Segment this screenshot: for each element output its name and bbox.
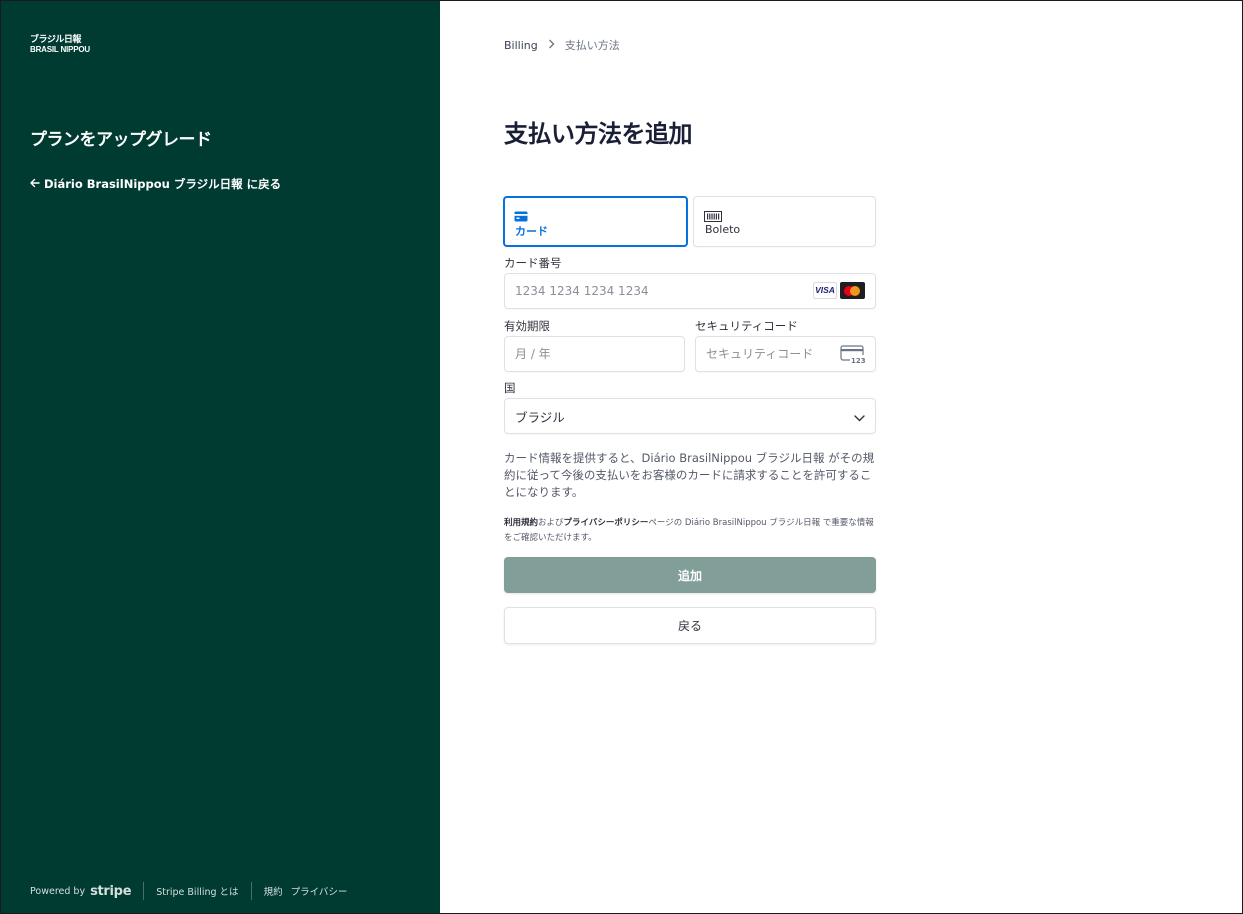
card-number-label: カード番号 xyxy=(504,256,562,270)
footer-divider xyxy=(250,882,252,900)
terms-notice: 利用規約およびプライバシーポリシーページの Diário BrasilNippo… xyxy=(504,516,876,546)
chevron-right-icon xyxy=(548,38,555,52)
tab-card-label: カード xyxy=(515,225,548,238)
brand-logo[interactable]: ブラジル日報 BRASIL NIPPOU xyxy=(30,34,98,56)
powered-by-stripe[interactable]: Powered by stripe xyxy=(30,883,132,899)
arrow-left-icon xyxy=(30,177,40,191)
country-select-box[interactable]: ブラジル xyxy=(504,398,876,434)
sidebar-title: プランをアップグレード xyxy=(30,130,212,150)
breadcrumb: Billing 支払い方法 xyxy=(504,37,620,53)
powered-by-label: Powered by xyxy=(30,885,86,897)
chevron-down-icon xyxy=(854,407,865,426)
back-button[interactable]: 戻る xyxy=(504,607,876,644)
privacy-link[interactable]: プライバシー xyxy=(291,884,348,898)
privacy-policy-link[interactable]: プライバシーポリシー xyxy=(564,518,649,528)
card-brand-icons: VISA xyxy=(813,282,865,299)
logo-line2: BRASIL NIPPOU xyxy=(30,45,90,54)
add-button[interactable]: 追加 xyxy=(504,557,876,593)
logo-line1: ブラジル日報 xyxy=(30,34,81,44)
stripe-billing-link[interactable]: Stripe Billing とは xyxy=(156,884,238,898)
tab-card[interactable]: カード xyxy=(503,196,688,247)
expiry-label: 有効期限 xyxy=(504,319,550,333)
country-value: ブラジル xyxy=(515,409,565,425)
back-to-merchant-link[interactable]: Diário BrasilNippou ブラジル日報 に戻る xyxy=(30,176,281,192)
consent-text: カード情報を提供すると、Diário BrasilNippou ブラジル日報 が… xyxy=(504,451,875,499)
cvc-label: セキュリティコード xyxy=(695,319,798,333)
terms-link[interactable]: 規約 xyxy=(264,884,283,898)
footer-divider xyxy=(143,882,145,900)
back-link-label: Diário BrasilNippou ブラジル日報 に戻る xyxy=(44,177,282,191)
cvc-card-icon: 123 xyxy=(840,345,866,368)
tab-boleto[interactable]: Boleto xyxy=(693,196,876,247)
sidebar-footer: Powered by stripe Stripe Billing とは 規約 プ… xyxy=(30,881,347,901)
tab-boleto-label: Boleto xyxy=(705,223,741,236)
breadcrumb-billing[interactable]: Billing xyxy=(504,39,538,52)
mastercard-icon xyxy=(840,282,865,299)
terms-of-service-link[interactable]: 利用規約 xyxy=(504,518,538,528)
breadcrumb-current: 支払い方法 xyxy=(564,39,620,52)
stripe-logo: stripe xyxy=(90,883,132,899)
sidebar: ブラジル日報 BRASIL NIPPOU プランをアップグレード Diário … xyxy=(1,1,440,913)
country-select[interactable]: ブラジル xyxy=(504,398,876,434)
expiry-input[interactable] xyxy=(504,336,685,372)
cvc-icon-text: 123 xyxy=(851,357,866,364)
country-label: 国 xyxy=(504,381,516,395)
visa-icon: VISA xyxy=(813,282,837,299)
page-title: 支払い方法を追加 xyxy=(504,120,693,148)
terms-and: および xyxy=(538,518,564,528)
